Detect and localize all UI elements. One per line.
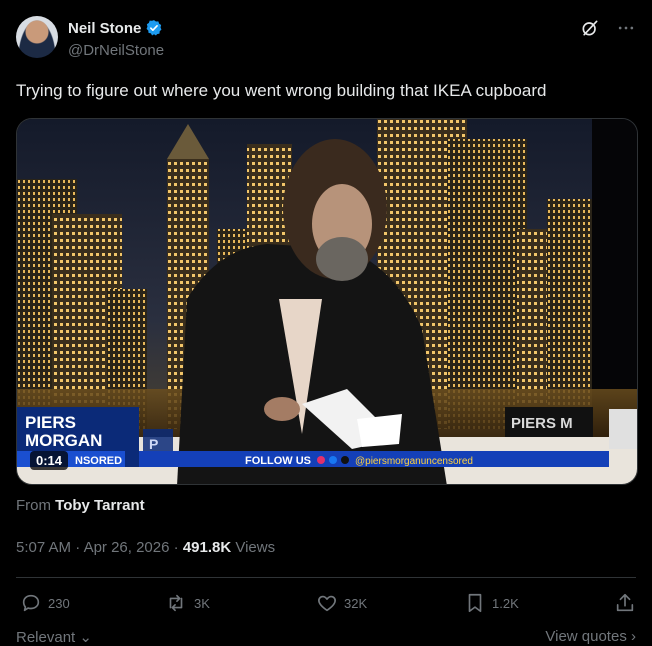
reply-icon bbox=[22, 594, 40, 612]
repost-icon bbox=[169, 594, 183, 612]
from-source-link[interactable]: Toby Tarrant bbox=[55, 497, 144, 514]
reply-sort-dropdown[interactable]: Relevant ⌄ bbox=[16, 628, 92, 646]
chevron-down-icon: ⌄ bbox=[79, 629, 92, 646]
reply-button[interactable]: 230 bbox=[20, 592, 70, 614]
follow-us-text: FOLLOW US bbox=[245, 455, 311, 467]
views-count: 491.8K bbox=[182, 539, 232, 556]
verified-badge-icon bbox=[146, 20, 162, 36]
show-logo-line3: NSORED bbox=[75, 455, 122, 467]
bookmark-icon bbox=[468, 593, 482, 613]
author-handle[interactable]: @DrNeilStone bbox=[68, 42, 164, 59]
tweet-date[interactable]: Apr 26, 2026 bbox=[84, 539, 170, 556]
view-quotes-label: View quotes bbox=[545, 628, 627, 645]
repost-count: 3K bbox=[194, 595, 210, 611]
view-quotes-link[interactable]: View quotes › bbox=[545, 628, 636, 645]
show-logo-line1: PIERS bbox=[25, 413, 76, 432]
author-display-name[interactable]: Neil Stone bbox=[68, 20, 141, 37]
heart-icon bbox=[318, 595, 336, 612]
header-actions bbox=[580, 18, 636, 38]
grok-icon[interactable] bbox=[580, 18, 600, 38]
tweet-time[interactable]: 5:07 AM bbox=[16, 539, 71, 556]
share-button[interactable] bbox=[614, 592, 636, 614]
like-button[interactable]: 32K bbox=[316, 592, 367, 614]
tweet-text: Trying to figure out where you went wron… bbox=[16, 81, 547, 100]
meta-separator-2: · bbox=[173, 539, 179, 556]
from-prefix: From bbox=[16, 497, 51, 514]
action-bar: 230 3K 32K 1.2K bbox=[16, 592, 636, 616]
meta-separator: · bbox=[75, 539, 81, 556]
tweet-meta: 5:07 AM · Apr 26, 2026 · 491.8K Views bbox=[16, 539, 275, 556]
divider bbox=[16, 577, 636, 578]
reply-sort-label: Relevant bbox=[16, 629, 76, 646]
share-icon bbox=[616, 593, 634, 612]
avatar[interactable] bbox=[16, 16, 58, 58]
views-label: Views bbox=[235, 539, 276, 556]
bookmark-count: 1.2K bbox=[492, 595, 519, 611]
video-frame: PIERS M PIERS MORGAN NSORED P FOLLOW US … bbox=[17, 119, 637, 484]
social-handle-text: @piersmorganuncensored bbox=[355, 456, 473, 467]
show-logo-line2: MORGAN bbox=[25, 431, 102, 450]
more-options-icon[interactable] bbox=[616, 18, 636, 38]
video-duration-badge: 0:14 bbox=[30, 451, 69, 470]
chevron-right-icon: › bbox=[631, 628, 636, 645]
author-name-row: Neil Stone bbox=[68, 19, 163, 37]
like-count: 32K bbox=[344, 595, 368, 611]
mid-sign-text: P bbox=[149, 436, 158, 452]
studio-sign-text: PIERS M bbox=[511, 415, 573, 432]
bookmark-button[interactable]: 1.2K bbox=[464, 592, 519, 614]
reply-count: 230 bbox=[48, 595, 70, 611]
from-attribution: From Toby Tarrant bbox=[16, 497, 145, 514]
video-player[interactable]: PIERS M PIERS MORGAN NSORED P FOLLOW US … bbox=[16, 118, 638, 485]
repost-button[interactable]: 3K bbox=[164, 592, 210, 614]
